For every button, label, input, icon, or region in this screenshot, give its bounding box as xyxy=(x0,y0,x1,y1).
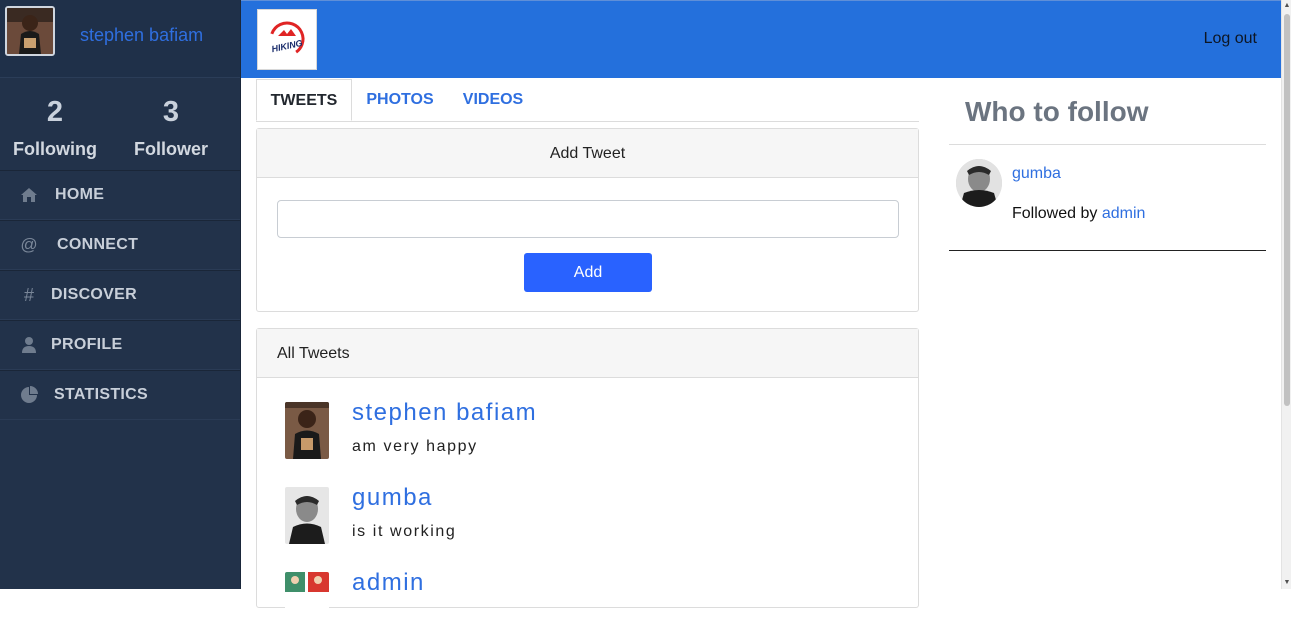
who-to-follow-title: Who to follow xyxy=(965,96,1149,127)
hiking-logo[interactable]: HIKING xyxy=(257,9,317,70)
content-tabs: TWEETS PHOTOS VIDEOS xyxy=(256,79,919,121)
avatar[interactable] xyxy=(285,402,329,459)
home-icon xyxy=(20,186,38,204)
tab-divider xyxy=(256,121,919,122)
avatar[interactable] xyxy=(5,6,55,56)
logout-link[interactable]: Log out xyxy=(1204,30,1257,48)
follower-stat[interactable]: 3 Follower xyxy=(121,96,221,160)
sidebar-item-label: DISCOVER xyxy=(51,286,137,303)
sidebar-item-label: STATISTICS xyxy=(54,386,148,403)
follow-stats: 2 Following 3 Follower xyxy=(0,78,240,170)
scroll-up-icon[interactable]: ▲ xyxy=(1283,2,1291,10)
add-tweet-button[interactable]: Add xyxy=(524,253,652,292)
avatar[interactable] xyxy=(956,159,1002,207)
pie-chart-icon xyxy=(20,386,38,404)
sidebar-item-home[interactable]: HOME xyxy=(0,170,240,220)
avatar[interactable] xyxy=(285,572,329,629)
sidebar-item-label: PROFILE xyxy=(51,336,123,353)
tab-photos[interactable]: PHOTOS xyxy=(360,79,440,121)
divider xyxy=(949,144,1266,145)
sidebar-item-connect[interactable]: @ CONNECT xyxy=(0,220,240,270)
scroll-thumb[interactable] xyxy=(1284,14,1290,406)
page-scrollbar[interactable]: ▲ ▼ xyxy=(1281,0,1291,589)
sidebar-item-profile[interactable]: PROFILE xyxy=(0,320,240,370)
follower-label: Follower xyxy=(133,139,208,159)
tweet-input[interactable] xyxy=(277,200,899,238)
tweet-text: is it working xyxy=(352,523,457,540)
following-stat[interactable]: 2 Following xyxy=(5,96,105,160)
avatar[interactable] xyxy=(285,487,329,544)
hash-icon: # xyxy=(23,285,34,305)
follower-count: 3 xyxy=(162,96,180,128)
user-icon xyxy=(20,336,38,354)
top-bar: HIKING Log out xyxy=(241,0,1281,78)
followed-by-text: Followed by admin xyxy=(1012,205,1145,223)
tab-tweets[interactable]: TWEETS xyxy=(256,79,352,121)
sidebar: stephen bafiam 2 Following 3 Follower HO… xyxy=(0,0,241,589)
all-tweets-card: All Tweets stephen bafiam am very happy … xyxy=(256,328,919,629)
sidebar-username[interactable]: stephen bafiam xyxy=(80,25,203,46)
divider xyxy=(949,250,1266,251)
tab-videos[interactable]: VIDEOS xyxy=(454,79,532,121)
suggested-user-link[interactable]: gumba xyxy=(1012,165,1061,183)
following-count: 2 xyxy=(46,96,64,128)
at-icon: @ xyxy=(20,235,38,254)
add-tweet-title: Add Tweet xyxy=(257,129,918,178)
tweet-author[interactable]: admin xyxy=(352,569,425,597)
sidebar-header: stephen bafiam xyxy=(0,0,240,78)
tweet-author[interactable]: stephen bafiam xyxy=(352,399,537,427)
sidebar-item-label: CONNECT xyxy=(57,236,139,253)
add-tweet-card: Add Tweet Add xyxy=(256,128,919,312)
followed-by-prefix: Followed by xyxy=(1012,205,1098,222)
tweet-author[interactable]: gumba xyxy=(352,484,433,512)
scroll-down-icon[interactable]: ▼ xyxy=(1283,579,1291,587)
sidebar-item-statistics[interactable]: STATISTICS xyxy=(0,370,240,420)
sidebar-item-label: HOME xyxy=(55,186,105,203)
tweet-text: am very happy xyxy=(352,438,478,455)
followed-by-user-link[interactable]: admin xyxy=(1102,205,1146,222)
following-label: Following xyxy=(13,139,97,159)
sidebar-item-discover[interactable]: # DISCOVER xyxy=(0,270,240,320)
all-tweets-title: All Tweets xyxy=(257,329,918,378)
